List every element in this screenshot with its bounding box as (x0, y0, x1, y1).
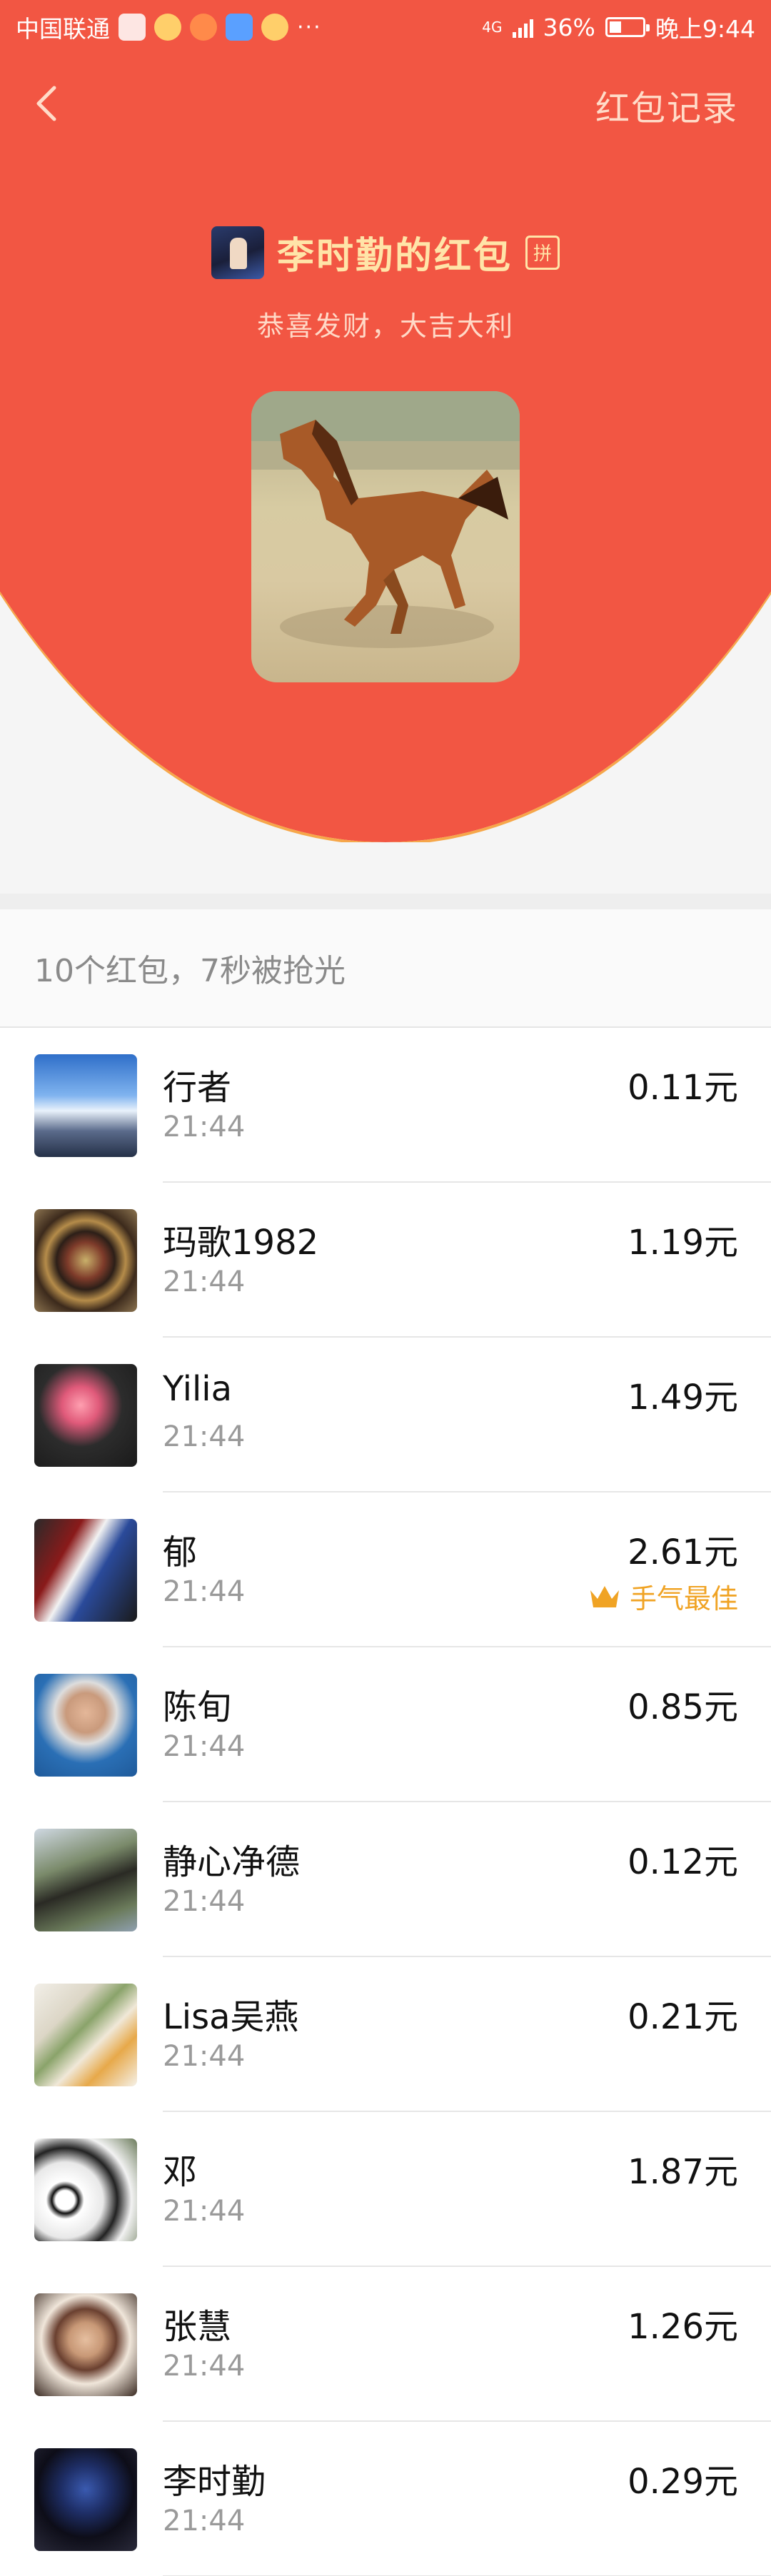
recipient-row[interactable]: 行者 21:44 0.11元 (0, 1028, 771, 1183)
battery-percent: 36% (543, 13, 595, 41)
recipient-row[interactable]: 玛歌1982 21:44 1.19元 (0, 1183, 771, 1338)
grab-amount: 0.21元 (628, 1997, 738, 2037)
avatar[interactable] (34, 1054, 137, 1157)
recipient-row[interactable]: 邓 21:44 1.87元 (0, 2112, 771, 2267)
more-notifications-icon: ··· (297, 14, 322, 40)
best-luck-label: 手气最佳 (629, 1583, 738, 1615)
recipient-row[interactable]: 陈旬 21:44 0.85元 (0, 1647, 771, 1802)
grab-time: 21:44 (163, 1111, 246, 1143)
recipient-name: 郁 (163, 1532, 198, 1572)
grab-time: 21:44 (163, 2195, 246, 2228)
app-notification-icon (226, 14, 253, 41)
network-type: 4G (482, 19, 503, 36)
grab-time: 21:44 (163, 2350, 246, 2383)
grab-time: 21:44 (163, 1730, 246, 1763)
carrier-label: 中国联通 (16, 15, 110, 43)
recipient-name: 陈旬 (163, 1687, 232, 1727)
grab-amount: 2.61元 (628, 1532, 738, 1572)
avatar[interactable] (34, 2138, 137, 2241)
grab-amount: 0.29元 (628, 2462, 738, 2502)
grab-time: 21:44 (163, 2040, 246, 2073)
back-button[interactable] (26, 82, 69, 125)
sender-info: 李时勤的红包 拼 (0, 226, 771, 279)
recipient-name: 邓 (163, 2152, 198, 2192)
battery-icon (605, 17, 650, 37)
avatar[interactable] (34, 1829, 137, 1931)
grab-amount: 0.85元 (628, 1687, 738, 1727)
recipient-row[interactable]: Yilia 21:44 1.49元 (0, 1338, 771, 1492)
grab-amount: 1.19元 (628, 1223, 738, 1263)
avatar[interactable] (34, 2293, 137, 2396)
avatar[interactable] (34, 1519, 137, 1622)
section-divider (0, 894, 771, 909)
avatar[interactable] (34, 1364, 137, 1467)
grab-amount: 1.49元 (628, 1378, 738, 1418)
recipient-row[interactable]: 张慧 21:44 1.26元 (0, 2267, 771, 2422)
clock: 晚上9:44 (655, 15, 755, 43)
app-notification-icon (190, 14, 217, 41)
recipient-list: 行者 21:44 0.11元 玛歌1982 21:44 1.19元 Yilia 21:44 1.… (0, 1028, 771, 2576)
app-notification-icon (261, 14, 288, 41)
recipient-name: Lisa吴燕 (163, 1997, 299, 2037)
signal-icon (512, 16, 533, 38)
packet-summary: 10个红包，7秒被抢光 (0, 909, 771, 1028)
status-bar: 中国联通 ··· 4G 36% 晚上9:44 (0, 0, 771, 54)
blessing-text: 恭喜发财，大吉大利 (256, 310, 514, 342)
avatar[interactable] (34, 1674, 137, 1777)
grab-time: 21:44 (163, 1266, 246, 1298)
recipient-name: Yilia (163, 1369, 233, 1409)
best-luck-badge: 手气最佳 (588, 1577, 738, 1616)
sender-avatar[interactable] (211, 226, 264, 279)
grab-time: 21:44 (163, 2505, 246, 2537)
recipient-name: 李时勤 (163, 2462, 266, 2502)
crown-icon (588, 1583, 621, 1610)
recipient-row[interactable]: 静心净德 21:44 0.12元 (0, 1802, 771, 1957)
grab-time: 21:44 (163, 1885, 246, 1918)
battery-level (609, 21, 621, 33)
app-notification-icon (119, 14, 146, 41)
recipient-name: 玛歌1982 (163, 1223, 319, 1263)
grab-amount: 1.87元 (628, 2152, 738, 2192)
recipient-row[interactable]: Lisa吴燕 21:44 0.21元 (0, 1957, 771, 2112)
horse-image (251, 391, 520, 648)
avatar[interactable] (34, 1984, 137, 2086)
recipient-row[interactable]: 郁 21:44 2.61元手气最佳 (0, 1492, 771, 1647)
grab-amount: 1.26元 (628, 2307, 738, 2347)
sender-title: 李时勤的红包 (276, 235, 513, 278)
app-notification-icon (154, 14, 181, 41)
avatar[interactable] (34, 2448, 137, 2551)
recipient-row[interactable]: 李时勤 21:44 0.29元 (0, 2422, 771, 2576)
pin-badge: 拼 (525, 235, 560, 270)
recipient-name: 行者 (163, 1068, 232, 1108)
red-packet-cover-image[interactable] (251, 391, 520, 682)
avatar[interactable] (34, 1209, 137, 1312)
red-packet-header: 中国联通 ··· 4G 36% 晚上9:44 红包记录 李时勤的红包 拼 恭喜发… (0, 0, 771, 842)
recipient-name: 张慧 (163, 2307, 232, 2347)
red-packet-records-link[interactable]: 红包记录 (595, 80, 738, 130)
grab-amount: 0.11元 (628, 1068, 738, 1108)
chevron-left-icon (36, 86, 56, 121)
grab-time: 21:44 (163, 1575, 246, 1608)
grab-amount: 0.12元 (628, 1842, 738, 1882)
grab-time: 21:44 (163, 1420, 246, 1453)
recipient-name: 静心净德 (163, 1842, 301, 1882)
